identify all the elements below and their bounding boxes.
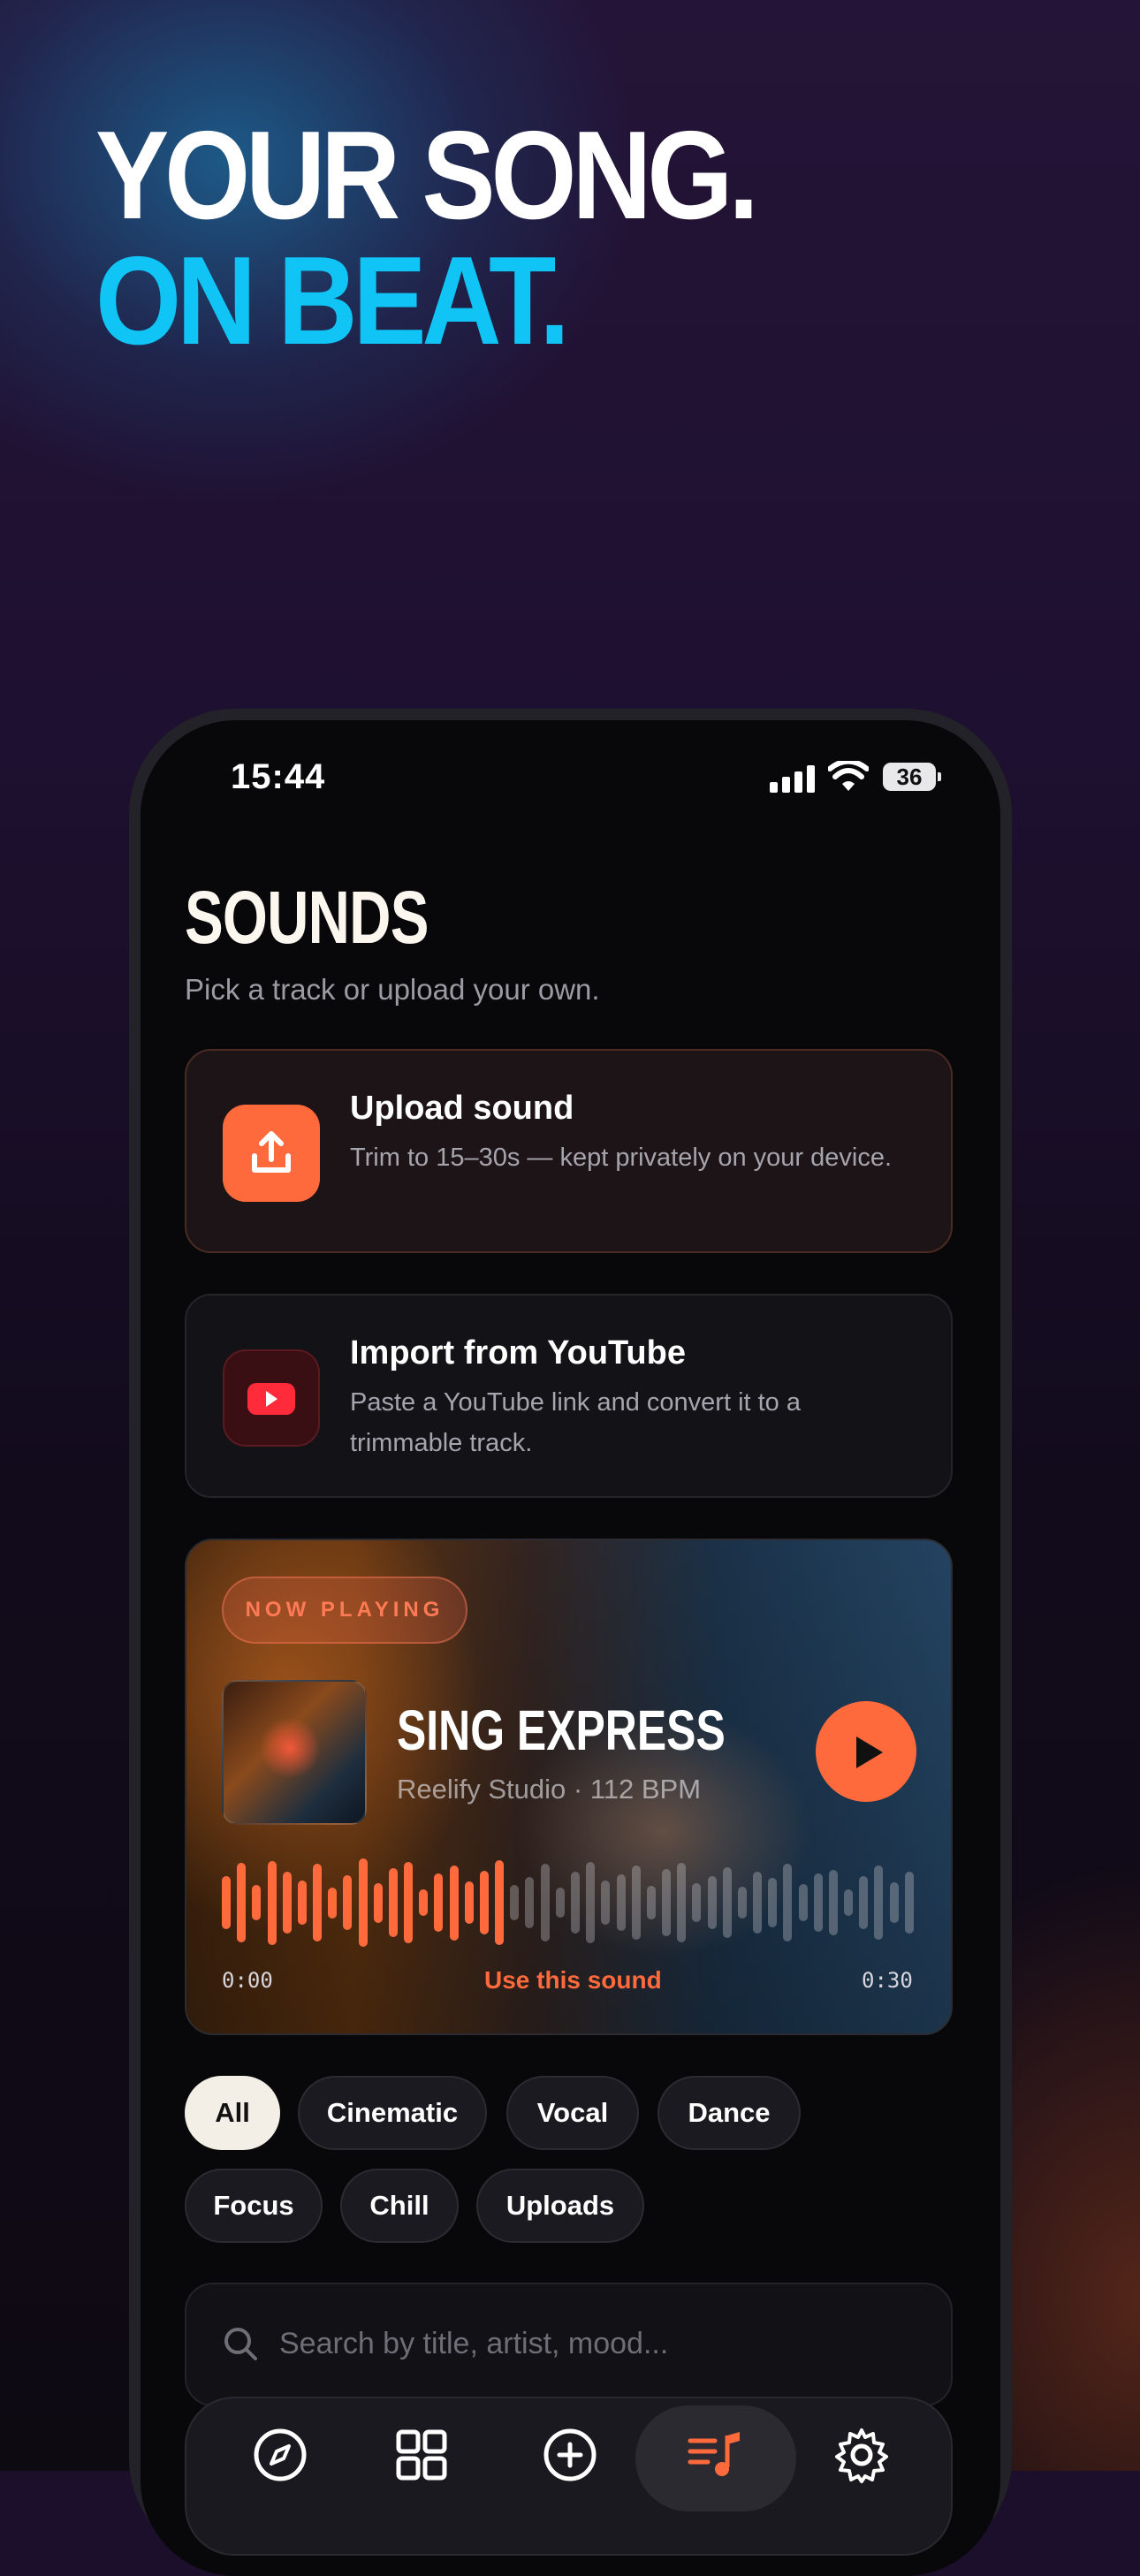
waveform-bar [222,1876,231,1929]
waveform-bar [358,1858,368,1947]
tab-settings[interactable] [830,2423,893,2487]
hero-line-1: YOUR SONG. [95,105,759,246]
search-icon [224,2328,257,2360]
use-this-sound-button[interactable]: Use this sound [484,1966,662,1995]
phone-screen: 15:44 36 SOUNDS Pick a track or upload y… [141,720,1000,2576]
time-start: 0:00 [222,1968,273,1993]
search-field[interactable]: Search by title, artist, mood... [185,2283,953,2406]
waveform-bar [768,1878,778,1927]
youtube-icon [223,1349,320,1447]
compass-icon [254,2428,307,2481]
waveform-bar [297,1881,307,1925]
waveform-bar [859,1876,869,1929]
waveform-bar [586,1862,596,1943]
filter-chip-uploads[interactable]: Uploads [476,2169,644,2243]
waveform-bar [662,1869,672,1936]
waveform-bar [267,1860,277,1945]
page-title: SOUNDS [185,876,429,959]
waveform-bar [889,1882,899,1923]
waveform-bar [737,1887,747,1919]
waveform-bar [707,1876,717,1929]
music-list-icon [688,2432,740,2476]
tab-sounds[interactable] [683,2423,747,2487]
waveform-bar [555,1888,565,1918]
waveform-bar [571,1872,580,1934]
tab-library[interactable] [390,2423,453,2487]
waveform-bar [828,1870,838,1935]
filter-chip-focus[interactable]: Focus [185,2169,323,2243]
status-time: 15:44 [231,757,326,796]
plus-circle-icon [543,2428,597,2481]
waveform-bar [874,1866,884,1940]
waveform-bar [510,1885,520,1920]
filter-chip-dance[interactable]: Dance [657,2076,801,2150]
track-meta: Reelify Studio · 112 BPM [397,1774,702,1805]
tab-explore[interactable] [248,2423,312,2487]
waveform-bar [313,1864,323,1941]
page-subtitle: Pick a track or upload your own. [185,973,600,1006]
gear-icon [835,2428,888,2483]
waveform-bar [540,1864,550,1941]
waveform-bar [525,1877,535,1928]
filter-chip-vocal[interactable]: Vocal [506,2076,639,2150]
now-playing-badge: NOW PLAYING [222,1577,467,1644]
search-placeholder: Search by title, artist, mood... [279,2327,669,2360]
waveform-bar [753,1872,763,1934]
upload-icon [223,1105,320,1202]
waveform-bar [692,1883,702,1922]
bottom-tab-bar [185,2397,953,2556]
waveform-bar [722,1867,732,1938]
waveform-bar [282,1872,292,1934]
waveform-bar [434,1873,444,1932]
time-end: 0:30 [862,1968,913,1993]
filter-chip-chill[interactable]: Chill [340,2169,459,2243]
waveform-bar [388,1868,398,1937]
waveform-bar [495,1860,505,1945]
waveform-scrubber[interactable] [222,1858,920,1947]
import-youtube-title: Import from YouTube [350,1334,686,1372]
waveform-bar [904,1872,914,1934]
upload-sound-title: Upload sound [350,1090,574,1127]
hero-headline: YOUR SONG. ON BEAT. [95,105,759,371]
waveform-bar [464,1881,474,1924]
play-icon [856,1736,883,1768]
waveform-bar [601,1881,611,1925]
filter-chip-all[interactable]: All [185,2076,280,2150]
waveform-bar [677,1863,687,1942]
waveform-bar [798,1884,808,1921]
waveform-bar [328,1887,338,1919]
signal-icon [770,764,816,793]
filter-chip-cinematic[interactable]: Cinematic [298,2076,487,2150]
waveform-bar [449,1865,459,1941]
waveform-bar [844,1889,854,1916]
waveform-bar [343,1875,353,1930]
waveform-bar [616,1874,626,1931]
waveform-bar [404,1862,414,1943]
waveform-bar [646,1886,656,1919]
upload-sound-card[interactable]: Upload sound Trim to 15–30s — kept priva… [185,1049,953,1253]
album-art [222,1680,367,1825]
upload-sound-description: Trim to 15–30s — kept privately on your … [350,1144,893,1172]
wifi-icon [827,758,870,793]
import-youtube-description: Paste a YouTube link and convert it to a… [350,1388,801,1457]
import-youtube-card[interactable]: Import from YouTube Paste a YouTube link… [185,1294,953,1498]
waveform-bar [373,1882,383,1923]
track-title: SING EXPRESS [397,1698,726,1762]
waveform-bar [631,1866,641,1940]
waveform-bar [813,1873,823,1932]
grid-icon [396,2429,447,2481]
tab-create[interactable] [538,2423,602,2487]
hero-line-2: ON BEAT. [95,231,570,371]
waveform-bar [479,1871,489,1934]
battery-icon: 36 [883,763,941,791]
now-playing-card: NOW PLAYING SING EXPRESS Reelify Studio … [185,1539,953,2035]
waveform-bar [252,1885,262,1920]
waveform-bar [237,1863,247,1942]
waveform-bar [783,1864,793,1941]
play-button[interactable] [816,1701,916,1802]
waveform-bar [419,1889,429,1916]
